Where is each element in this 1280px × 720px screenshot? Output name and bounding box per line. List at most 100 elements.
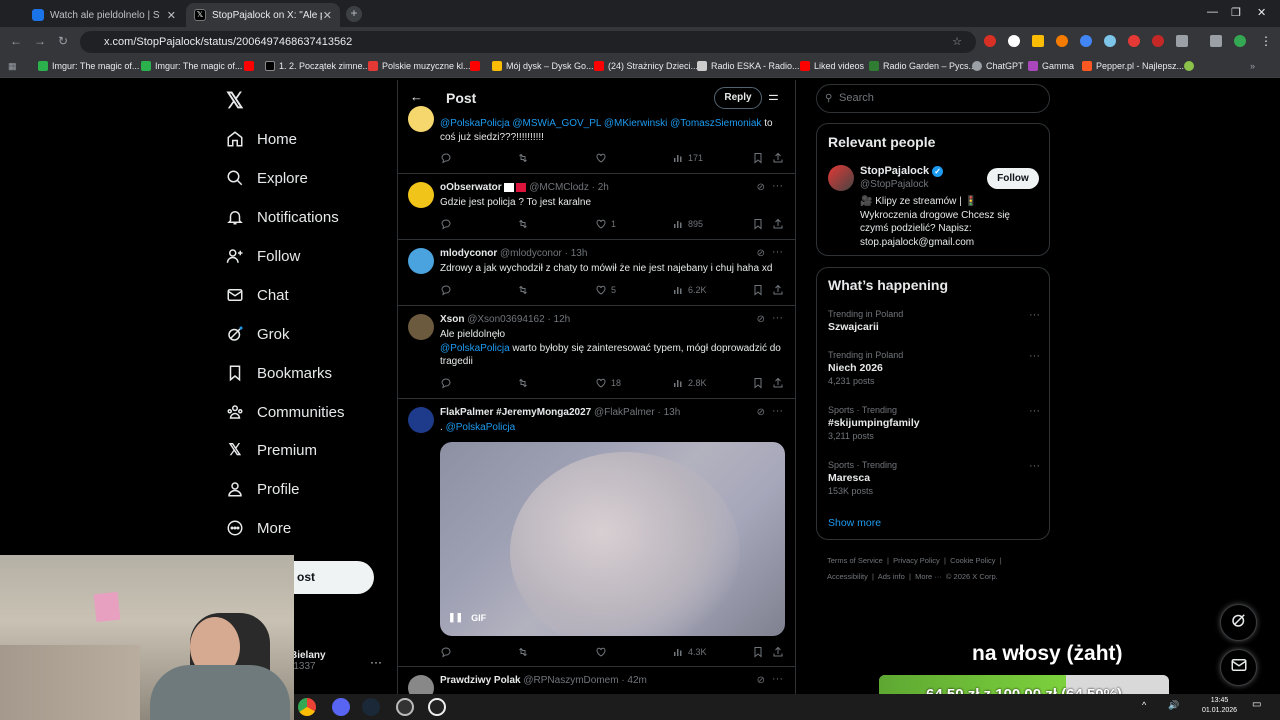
bookmark-item[interactable]: Radio Garden – Pycs... xyxy=(869,61,976,71)
grok-explain-icon[interactable]: ⊘ xyxy=(757,314,765,325)
bookmark-item[interactable]: Gamma xyxy=(1028,61,1074,71)
nav-more[interactable]: More xyxy=(226,519,291,537)
reply-tweet[interactable]: mlodyconor @mlodyconor · 13h ⊘ ··· Zdrow… xyxy=(398,240,795,306)
bookmark-icon[interactable] xyxy=(752,377,768,389)
bookmark-item[interactable]: Imgur: The magic of... xyxy=(141,61,242,71)
reply-tweet[interactable]: FlakPalmer #JeremyMonga2027 @FlakPalmer … xyxy=(398,399,795,667)
reply-tweet[interactable]: @PolskaPolicja @MSWiA_GOV_PL @MKierwinsk… xyxy=(398,106,795,174)
nav-grok[interactable]: Grok xyxy=(226,325,290,343)
trend-item[interactable]: Trending in Poland Niech 2026 4,231 post… xyxy=(828,350,1040,386)
views-count[interactable]: 895 xyxy=(672,218,703,230)
nav-bookmarks[interactable]: Bookmarks xyxy=(226,364,332,382)
tweet-more-icon[interactable]: ··· xyxy=(772,246,783,258)
bookmark-item[interactable]: Radio ESKA - Radio... xyxy=(697,61,800,71)
views-count[interactable]: 6.2K xyxy=(672,284,707,296)
trend-more-icon[interactable]: ··· xyxy=(1029,405,1040,417)
browser-menu-icon[interactable]: ⋮ xyxy=(1260,34,1272,48)
reading-list-icon[interactable] xyxy=(1210,35,1222,47)
tray-chevron-icon[interactable]: ^ xyxy=(1142,700,1146,710)
nav-home[interactable]: Home xyxy=(226,130,297,148)
extensions-puzzle-icon[interactable] xyxy=(1176,35,1188,47)
views-count[interactable]: 171 xyxy=(672,152,703,164)
messages-fab-button[interactable] xyxy=(1220,649,1257,686)
gif-media[interactable]: ❚❚ GIF xyxy=(440,442,785,636)
pause-icon[interactable]: ❚❚ xyxy=(448,612,463,623)
trend-more-icon[interactable]: ··· xyxy=(1029,350,1040,362)
browser-tab[interactable]: Watch ale pieldolnelo | Stream ✕ xyxy=(24,3,184,27)
steam-taskbar-icon[interactable] xyxy=(362,698,380,716)
trend-more-icon[interactable]: ··· xyxy=(1029,309,1040,321)
forward-icon[interactable]: → xyxy=(34,34,46,48)
share-icon[interactable] xyxy=(772,218,788,230)
share-icon[interactable] xyxy=(772,152,788,164)
retweet-icon[interactable] xyxy=(517,152,533,164)
like-icon[interactable]: 18 xyxy=(595,377,621,389)
bookmark-item[interactable] xyxy=(1184,61,1198,71)
reply-button[interactable]: Reply xyxy=(714,87,762,109)
taskbar-clock[interactable]: 13:45 01.01.2026 xyxy=(1202,696,1237,716)
close-tab-icon[interactable]: ✕ xyxy=(323,9,332,22)
grok-explain-icon[interactable]: ⊘ xyxy=(757,675,765,686)
maximize-icon[interactable]: ❐ xyxy=(1231,6,1241,19)
account-switcher[interactable]: Bielany r1337 xyxy=(290,650,326,672)
reply-icon[interactable] xyxy=(440,377,456,389)
reply-icon[interactable] xyxy=(440,646,456,658)
nav-follow[interactable]: Follow xyxy=(226,247,300,265)
grok-explain-icon[interactable]: ⊘ xyxy=(757,407,765,418)
tweet-more-icon[interactable]: ··· xyxy=(772,312,783,324)
trend-item[interactable]: Sports · Trending Maresca 153K posts ··· xyxy=(828,460,1040,496)
extension-icon[interactable] xyxy=(1152,35,1164,47)
bookmark-item[interactable]: Polskie muzyczne kl... xyxy=(368,61,471,71)
bookmark-item[interactable] xyxy=(244,61,258,71)
tweet-more-icon[interactable]: ··· xyxy=(772,405,783,417)
notification-center-icon[interactable]: ▭ xyxy=(1252,699,1261,710)
reply-icon[interactable] xyxy=(440,218,456,230)
extension-icon[interactable] xyxy=(1104,35,1116,47)
avatar[interactable] xyxy=(828,165,854,191)
trend-item[interactable]: Sports · Trending #skijumpingfamily 3,21… xyxy=(828,405,1040,441)
bookmark-item[interactable]: Pepper.pl - Najlepsz... xyxy=(1082,61,1184,71)
browser-tab-active[interactable]: 𝕏 StopPajalock on X: "Ale pierdo ✕ xyxy=(186,3,340,27)
bookmarks-overflow-icon[interactable]: » xyxy=(1250,61,1255,71)
views-count[interactable]: 2.8K xyxy=(672,377,707,389)
grok-fab-button[interactable] xyxy=(1220,604,1257,641)
address-bar[interactable]: x.com/StopPajalock/status/20064974686374… xyxy=(80,31,976,53)
like-icon[interactable]: 1 xyxy=(595,218,616,230)
reply-icon[interactable] xyxy=(440,152,456,164)
share-icon[interactable] xyxy=(772,284,788,296)
bookmark-item[interactable]: Liked videos xyxy=(800,61,864,71)
extension-icon[interactable] xyxy=(1080,35,1092,47)
retweet-icon[interactable] xyxy=(517,646,533,658)
like-icon[interactable] xyxy=(595,152,611,164)
bookmark-icon[interactable] xyxy=(752,646,768,658)
bookmark-item[interactable]: Imgur: The magic of... xyxy=(38,61,139,71)
bookmark-item[interactable] xyxy=(470,61,484,71)
bookmark-item[interactable]: Mój dysk – Dysk Go... xyxy=(492,61,594,71)
bookmark-item[interactable]: (24) Strażnicy Dzieci... xyxy=(594,61,698,71)
reload-icon[interactable]: ↻ xyxy=(58,34,68,48)
x-logo-icon[interactable]: 𝕏 xyxy=(226,88,244,114)
back-icon[interactable]: ← xyxy=(10,34,22,48)
like-icon[interactable] xyxy=(595,646,611,658)
close-tab-icon[interactable]: ✕ xyxy=(167,9,176,22)
follow-button[interactable]: Follow xyxy=(987,168,1039,189)
extension-icon[interactable] xyxy=(1128,35,1140,47)
apps-grid-icon[interactable]: ▦ xyxy=(8,61,17,72)
views-count[interactable]: 4.3K xyxy=(672,646,707,658)
share-icon[interactable] xyxy=(772,377,788,389)
chrome-taskbar-icon[interactable] xyxy=(298,698,316,716)
nav-chat[interactable]: Chat xyxy=(226,286,289,304)
bookmark-item[interactable]: 1. 2. Początek zimne... xyxy=(265,61,370,71)
obs-taskbar-icon[interactable] xyxy=(396,698,414,716)
bookmark-icon[interactable] xyxy=(752,284,768,296)
profile-avatar-icon[interactable] xyxy=(1234,35,1246,47)
minimize-icon[interactable]: — xyxy=(1207,6,1218,18)
extension-icon[interactable] xyxy=(984,35,996,47)
nav-communities[interactable]: Communities xyxy=(226,403,345,421)
volume-icon[interactable]: 🔊 xyxy=(1168,700,1179,711)
reply-icon[interactable] xyxy=(440,284,456,296)
reply-tweet[interactable]: Xson @Xson03694162 · 12h ⊘ ··· Ale pield… xyxy=(398,306,795,399)
reply-tweet[interactable]: Prawdziwy Polak @RPNaszymDomem · 42m ⊘ ·… xyxy=(398,667,795,694)
extension-icon[interactable] xyxy=(1032,35,1044,47)
back-arrow-icon[interactable]: ← xyxy=(410,89,423,104)
